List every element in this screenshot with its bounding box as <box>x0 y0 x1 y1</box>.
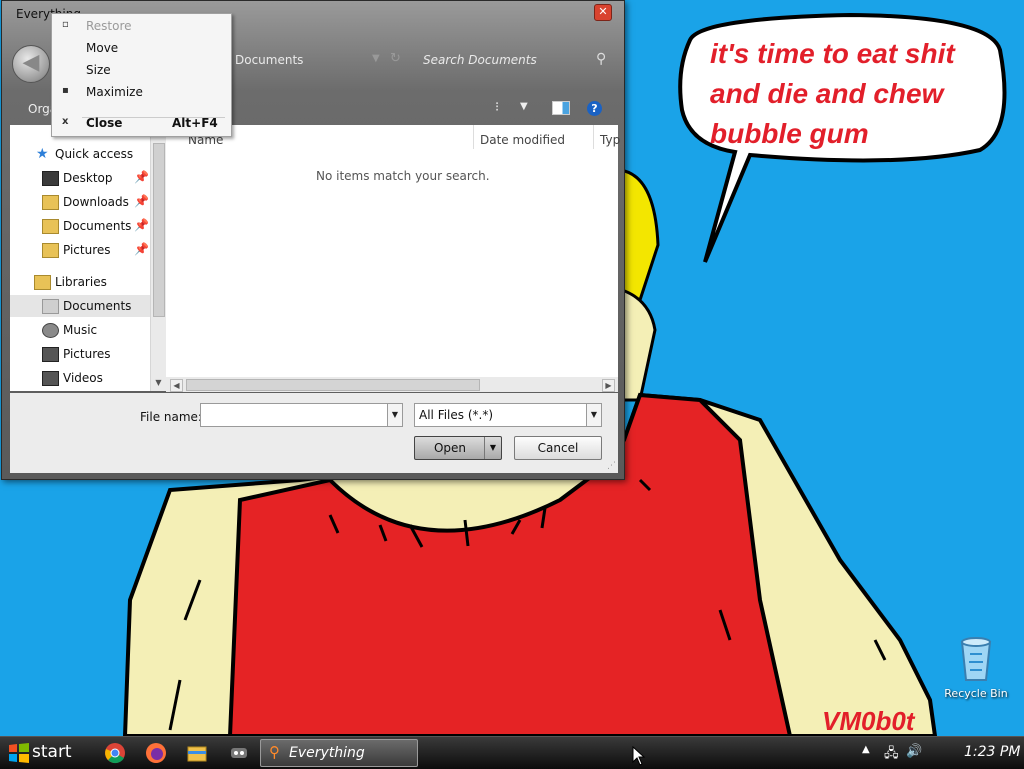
scroll-right-icon[interactable]: ▶ <box>602 379 615 392</box>
menu-item-restore[interactable]: ▫ Restore <box>52 16 231 36</box>
pictures-icon <box>42 243 59 258</box>
back-button[interactable]: ◀ <box>12 45 50 83</box>
windows-logo-icon <box>9 743 29 763</box>
file-type-dropdown-icon[interactable]: ▼ <box>586 403 602 427</box>
clock[interactable]: 1:23 PM <box>964 744 1020 760</box>
list-scroll-thumb[interactable] <box>186 379 480 391</box>
taskbar: start ⚲ Everything ▲ 🖧 🔊 1:23 PM <box>0 736 1024 769</box>
watermark-text: VM0b0t <box>822 706 916 736</box>
pin-icon: 📌 <box>134 194 149 208</box>
menu-item-maximize[interactable]: ▪ Maximize <box>52 82 231 102</box>
views-icon[interactable]: ⁝ <box>495 100 499 115</box>
nav-item-documents[interactable]: Documents 📌 <box>10 215 150 237</box>
music-icon <box>42 323 59 338</box>
recycle-bin-label: Recycle Bin <box>944 687 1008 700</box>
taskbar-button-everything[interactable]: ⚲ Everything <box>260 739 418 767</box>
tray-expand-icon[interactable]: ▲ <box>862 744 870 755</box>
system-tray: ▲ 🖧 🔊 1:23 PM <box>854 737 1024 769</box>
open-button-label: Open <box>433 441 467 455</box>
recycle-bin-icon <box>960 637 992 681</box>
pictures-library-icon <box>42 347 59 362</box>
help-icon[interactable]: ? <box>587 101 602 116</box>
search-input[interactable]: Search Documents <box>423 53 537 67</box>
dialog-footer: File name: ▼ All Files (*.*) ▼ Open ▼ Ca… <box>10 393 618 473</box>
desktop-icon <box>42 171 59 186</box>
close-icon: x <box>62 116 69 127</box>
address-bar[interactable]: Documents <box>235 53 303 67</box>
list-horizontal-scrollbar[interactable]: ◀ ▶ <box>166 377 618 392</box>
file-name-input[interactable] <box>200 403 388 427</box>
close-shortcut: Alt+F4 <box>172 116 218 130</box>
menu-item-size[interactable]: Size <box>52 60 231 80</box>
videos-icon <box>42 371 59 386</box>
pin-icon: 📌 <box>134 170 149 184</box>
nav-item-pictures[interactable]: Pictures 📌 <box>10 239 150 261</box>
pin-icon: 📌 <box>134 242 149 256</box>
search-icon[interactable]: ⚲ <box>596 51 606 67</box>
recycle-bin[interactable]: Recycle Bin <box>938 636 1014 700</box>
restore-icon: ▫ <box>62 19 69 30</box>
documents-icon <box>42 219 59 234</box>
refresh-icon[interactable]: ↻ <box>390 51 401 66</box>
nav-item-music[interactable]: Music <box>10 319 150 341</box>
window-system-menu: ▫ Restore Move Size ▪ Maximize x Close A… <box>51 13 232 137</box>
file-name-dropdown-icon[interactable]: ▼ <box>387 403 403 427</box>
nav-item-library-documents[interactable]: Documents <box>10 295 150 317</box>
pin-icon: 📌 <box>134 218 149 232</box>
file-explorer-icon[interactable] <box>186 742 208 764</box>
nav-item-videos[interactable]: Videos <box>10 367 150 389</box>
resize-grip[interactable]: ⋰ <box>607 461 616 471</box>
column-divider <box>593 125 594 149</box>
star-icon: ★ <box>36 146 49 162</box>
network-icon[interactable]: 🖧 <box>884 744 899 766</box>
start-label: start <box>32 742 72 762</box>
open-split-dropdown-icon[interactable]: ▼ <box>484 437 501 459</box>
menu-item-move[interactable]: Move <box>52 38 231 58</box>
nav-item-pictures-library[interactable]: Pictures <box>10 343 150 365</box>
address-dropdown-icon[interactable]: ▼ <box>372 53 380 64</box>
app-icon[interactable] <box>228 742 250 764</box>
speech-line-1: it's time to eat shit <box>710 38 956 69</box>
menu-item-close[interactable]: x Close Alt+F4 <box>52 113 231 133</box>
everything-search-icon: ⚲ <box>269 743 280 761</box>
nav-item-downloads[interactable]: Downloads 📌 <box>10 191 150 213</box>
taskbar-button-label: Everything <box>289 745 365 761</box>
downloads-icon <box>42 195 59 210</box>
nav-item-quick-access[interactable]: ★ Quick access <box>10 143 150 165</box>
close-button[interactable]: ✕ <box>594 4 612 21</box>
chrome-icon[interactable] <box>104 742 126 764</box>
views-dropdown-icon[interactable]: ▼ <box>520 101 528 112</box>
nav-item-libraries[interactable]: Libraries <box>10 271 150 293</box>
file-type-select[interactable]: All Files (*.*) <box>414 403 588 427</box>
navigation-pane: ★ Quick access Desktop 📌 Downloads 📌 Doc… <box>10 125 150 391</box>
libraries-icon <box>34 275 51 290</box>
nav-item-desktop[interactable]: Desktop 📌 <box>10 167 150 189</box>
file-list[interactable]: Name Date modified Typ No items match yo… <box>166 125 620 377</box>
mouse-cursor-icon <box>632 746 646 766</box>
speech-line-2: and die and chew <box>710 78 946 109</box>
column-divider <box>473 125 474 149</box>
nav-scrollbar[interactable]: ▲ ▼ <box>150 125 166 391</box>
scroll-down-icon[interactable]: ▼ <box>153 377 164 388</box>
start-button[interactable]: start <box>2 739 88 767</box>
back-arrow-icon: ◀ <box>22 50 40 75</box>
volume-icon[interactable]: 🔊 <box>906 744 922 759</box>
cancel-button[interactable]: Cancel <box>514 436 602 460</box>
empty-message: No items match your search. <box>316 169 490 183</box>
column-type[interactable]: Typ <box>600 133 620 147</box>
documents-library-icon <box>42 299 59 314</box>
preview-pane-icon[interactable] <box>552 101 570 115</box>
open-button[interactable]: Open ▼ <box>414 436 502 460</box>
file-name-label: File name: <box>140 410 202 424</box>
maximize-icon: ▪ <box>62 85 69 96</box>
nav-scroll-thumb[interactable] <box>153 143 165 317</box>
firefox-icon[interactable] <box>145 742 167 764</box>
column-date-modified[interactable]: Date modified <box>480 133 565 147</box>
speech-line-3: bubble gum <box>710 118 869 149</box>
scroll-left-icon[interactable]: ◀ <box>170 379 183 392</box>
